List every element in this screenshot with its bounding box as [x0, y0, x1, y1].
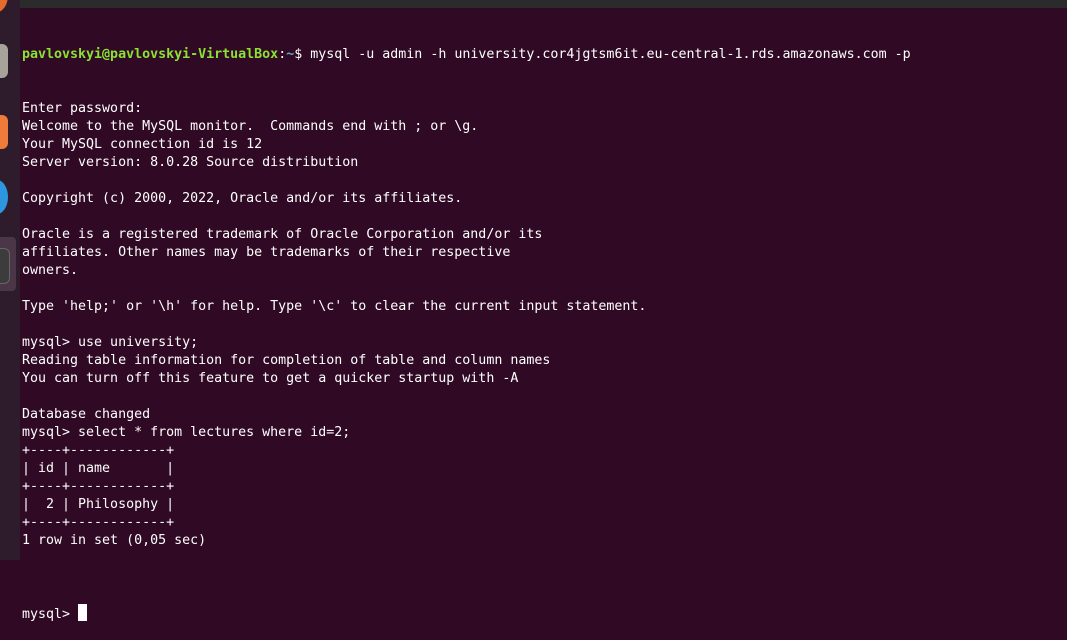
output-line: Your MySQL connection id is 12	[22, 137, 263, 152]
prompt-sep: :	[278, 47, 287, 62]
output-line: Server version: 8.0.28 Source distributi…	[22, 155, 359, 170]
cursor	[78, 604, 88, 621]
output-line: Reading table information for completion…	[22, 353, 551, 368]
output-line: +----+------------+	[22, 515, 175, 530]
output-line: | id | name |	[22, 461, 175, 476]
output-line: owners.	[22, 263, 79, 278]
prompt-symbol: $	[294, 47, 311, 62]
output-line: Copyright (c) 2000, 2022, Oracle and/or …	[22, 191, 463, 206]
output-line: Welcome to the MySQL monitor. Commands e…	[22, 119, 479, 134]
window-top-bar	[20, 0, 1067, 8]
user-host: pavlovskyi@pavlovskyi-VirtualBox	[22, 47, 279, 62]
software-icon[interactable]	[0, 115, 8, 149]
output-line: You can turn off this feature to get a q…	[22, 371, 519, 386]
output-line: Type 'help;' or '\h' for help. Type '\c'…	[22, 299, 647, 314]
output-line: +----+------------+	[22, 443, 175, 458]
output-line: mysql> use university;	[22, 335, 199, 350]
mysql-prompt: mysql>	[22, 607, 79, 622]
terminal-icon[interactable]	[0, 248, 10, 284]
output-line: +----+------------+	[22, 479, 175, 494]
firefox-icon[interactable]	[0, 0, 8, 12]
output-line: Oracle is a registered trademark of Orac…	[22, 227, 543, 242]
output-line: | 2 | Philosophy |	[22, 497, 175, 512]
command: mysql -u admin -h university.cor4jgtsm6i…	[310, 47, 911, 62]
command-line: pavlovskyi@pavlovskyi-VirtualBox:~$ mysq…	[22, 46, 1067, 64]
output-line: mysql> select * from lectures where id=2…	[22, 425, 351, 440]
output-line: affiliates. Other names may be trademark…	[22, 245, 511, 260]
output-line: Enter password:	[22, 101, 143, 116]
terminal-output[interactable]: pavlovskyi@pavlovskyi-VirtualBox:~$ mysq…	[22, 10, 1067, 622]
files-icon[interactable]	[0, 44, 8, 78]
mysql-prompt-line[interactable]: mysql>	[22, 604, 1067, 622]
help-icon[interactable]	[0, 180, 8, 214]
output-line: Database changed	[22, 407, 151, 422]
output-line: 1 row in set (0,05 sec)	[22, 533, 207, 548]
dock	[0, 0, 20, 560]
